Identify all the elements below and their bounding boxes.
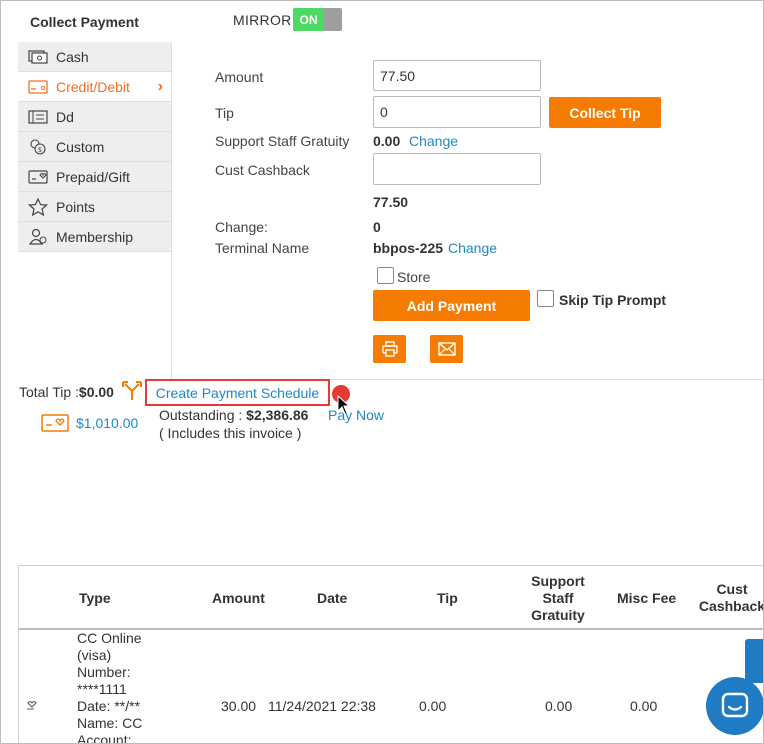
svg-text:$: $	[37, 146, 41, 154]
gift-card-balance-link[interactable]: $1,010.00	[76, 415, 138, 431]
change-value: 0	[373, 219, 381, 235]
total-tip-label: Total Tip :	[19, 384, 79, 400]
page-title: Collect Payment	[30, 14, 139, 30]
store-checkbox[interactable]	[377, 267, 394, 284]
check-icon	[27, 109, 48, 125]
row-type-line: ****1111	[77, 681, 127, 697]
printer-icon	[381, 341, 398, 357]
col-header-date: Date	[317, 590, 348, 606]
credit-card-icon	[27, 79, 48, 95]
print-button[interactable]	[373, 335, 406, 363]
cash-icon	[27, 49, 48, 65]
sidebar-item-membership[interactable]: Membership	[18, 222, 171, 252]
change-label: Change:	[215, 219, 268, 235]
col-header-cust-cashback: Cust Cashback	[698, 581, 764, 614]
terminal-label: Terminal Name	[215, 240, 310, 256]
star-icon	[27, 197, 48, 216]
row-tip: 0.00	[419, 698, 447, 714]
col-header-type: Type	[79, 590, 111, 606]
pay-now-link[interactable]: Pay Now	[328, 407, 384, 423]
chat-icon	[721, 692, 749, 718]
row-type-line: Account:	[77, 732, 132, 744]
collect-payment-window: Collect Payment MIRROR ON Cash Credit/De…	[0, 0, 764, 744]
add-payment-button[interactable]: Add Payment	[373, 290, 530, 321]
total-tip: Total Tip :$0.00	[19, 384, 114, 400]
mirror-toggle[interactable]: ON	[293, 8, 342, 31]
split-icon[interactable]	[122, 381, 142, 401]
cashback-input[interactable]	[373, 153, 541, 185]
row-date: 11/24/2021 22:38	[268, 698, 376, 714]
sidebar-item-label: Prepaid/Gift	[56, 168, 130, 185]
tip-input[interactable]	[373, 96, 541, 128]
col-header-tip: Tip	[437, 590, 458, 606]
sidebar-item-label: Custom	[56, 138, 105, 155]
mirror-label: MIRROR	[233, 12, 292, 28]
gratuity-change-link[interactable]: Change	[409, 133, 458, 149]
row-amount: 30.00	[221, 698, 257, 714]
create-payment-schedule-highlight: Create Payment Schedule	[145, 379, 330, 406]
col-header-gratuity: Support Staff Gratuity	[531, 573, 585, 623]
sidebar-item-prepaid-gift[interactable]: Prepaid/Gift	[18, 162, 171, 192]
terminal-change-link[interactable]: Change	[448, 240, 497, 256]
coins-icon: $	[27, 138, 48, 155]
col-header-misc-fee: Misc Fee	[617, 590, 677, 606]
gift-card-balance-icon	[41, 413, 69, 433]
amount-input[interactable]	[373, 60, 541, 91]
create-payment-schedule-link[interactable]: Create Payment Schedule	[156, 385, 319, 401]
includes-invoice-note: ( Includes this invoice )	[159, 425, 302, 441]
payments-table: Type Amount Date Tip Support Staff Gratu…	[18, 565, 764, 744]
table-row: CC Online (visa) Number: ****1111 Date: …	[77, 630, 157, 744]
toggle-on-label: ON	[293, 8, 324, 31]
cashback-label: Cust Cashback	[215, 162, 310, 178]
sidebar-item-dd[interactable]: Dd	[18, 102, 171, 132]
outstanding: Outstanding : $2,386.86	[159, 407, 308, 423]
collect-tip-button[interactable]: Collect Tip	[549, 97, 661, 128]
tip-label: Tip	[215, 105, 234, 121]
total-tip-value: $0.00	[78, 384, 114, 400]
scroll-to-top-tab[interactable]	[745, 639, 763, 683]
sidebar-item-label: Credit/Debit	[56, 78, 130, 95]
row-type-line: Name: CC	[77, 715, 143, 731]
outstanding-label: Outstanding :	[159, 407, 243, 423]
sidebar-item-label: Membership	[56, 228, 134, 245]
gratuity-label: Support Staff Gratuity	[215, 133, 350, 149]
row-gift-card-icon	[25, 698, 43, 712]
row-gratuity: 0.00	[545, 698, 573, 714]
outstanding-value: $2,386.86	[246, 407, 309, 423]
chat-launcher-button[interactable]	[706, 677, 763, 735]
sidebar-item-label: Points	[56, 198, 95, 215]
row-type-line: Number:	[77, 664, 131, 680]
email-button[interactable]	[430, 335, 463, 363]
gift-card-icon	[27, 169, 48, 185]
sidebar-item-label: Cash	[56, 48, 89, 65]
skip-tip-checkbox[interactable]	[537, 290, 554, 307]
sidebar-item-credit-debit[interactable]: Credit/Debit ›	[18, 72, 171, 102]
skip-tip-label: Skip Tip Prompt	[559, 292, 667, 308]
row-type-line: (visa)	[77, 647, 112, 663]
row-type-line: CC Online	[77, 630, 142, 646]
total-value: 77.50	[373, 194, 409, 210]
row-misc-fee: 0.00	[630, 698, 658, 714]
amount-label: Amount	[215, 69, 264, 85]
payment-method-sidebar: Cash Credit/Debit › Dd $ Custom Prepaid/…	[18, 42, 171, 252]
membership-icon	[27, 228, 48, 245]
row-type-line: Date: **/**	[77, 698, 141, 714]
sidebar-item-cash[interactable]: Cash	[18, 42, 171, 72]
chevron-right-icon: ›	[157, 78, 163, 95]
panel-divider	[171, 42, 172, 379]
sidebar-item-points[interactable]: Points	[18, 192, 171, 222]
store-label: Store	[397, 269, 431, 285]
gratuity-value: 0.00	[373, 133, 401, 149]
sidebar-item-custom[interactable]: $ Custom	[18, 132, 171, 162]
envelope-icon	[437, 342, 456, 356]
sidebar-item-label: Dd	[56, 108, 74, 125]
terminal-value: bbpos-225	[373, 240, 444, 256]
col-header-amount: Amount	[212, 590, 265, 606]
